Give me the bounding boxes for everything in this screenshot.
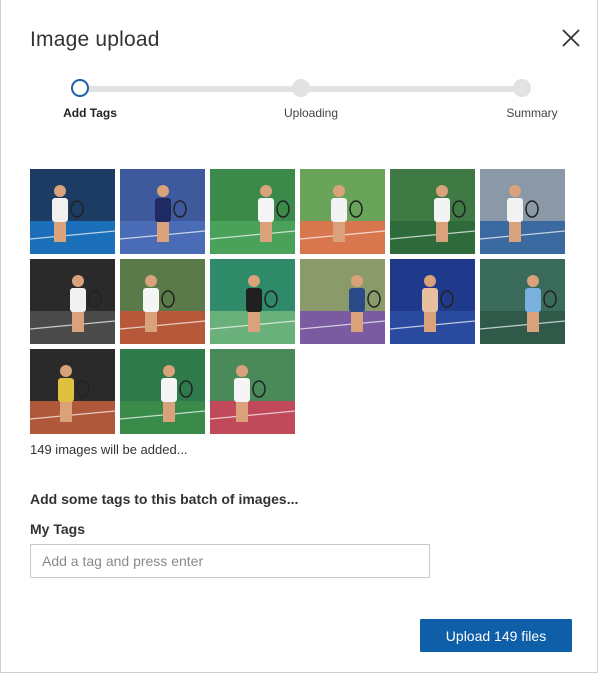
- image-thumbnail[interactable]: [390, 169, 475, 254]
- image-thumbnail[interactable]: [300, 259, 385, 344]
- image-thumbnail[interactable]: [210, 169, 295, 254]
- tennis-photo: [30, 259, 115, 344]
- close-icon: [562, 29, 580, 47]
- step-dot-add-tags: [71, 79, 89, 97]
- step-label-uploading: Uploading: [283, 106, 339, 120]
- image-thumbnail[interactable]: [210, 349, 295, 434]
- tags-heading: Add some tags to this batch of images...: [30, 491, 299, 507]
- tennis-photo: [120, 349, 205, 434]
- tennis-photo: [210, 259, 295, 344]
- image-thumbnail[interactable]: [480, 259, 565, 344]
- tennis-photo: [210, 169, 295, 254]
- tennis-photo: [210, 349, 295, 434]
- image-thumbnail[interactable]: [480, 169, 565, 254]
- tennis-photo: [390, 169, 475, 254]
- close-button[interactable]: [559, 26, 583, 50]
- image-count-text: 149 images will be added...: [30, 442, 188, 457]
- image-thumbnail[interactable]: [120, 169, 205, 254]
- step-label-summary: Summary: [506, 106, 558, 120]
- tennis-photo: [120, 259, 205, 344]
- tennis-photo: [30, 349, 115, 434]
- tennis-photo: [480, 169, 565, 254]
- step-dot-summary: [513, 79, 531, 97]
- tennis-photo: [390, 259, 475, 344]
- image-thumbnail[interactable]: [120, 259, 205, 344]
- upload-files-button[interactable]: Upload 149 files: [420, 619, 572, 652]
- image-thumbnail[interactable]: [30, 169, 115, 254]
- tennis-photo: [300, 259, 385, 344]
- tennis-photo: [480, 259, 565, 344]
- tennis-photo: [30, 169, 115, 254]
- step-label-add-tags: Add Tags: [63, 106, 117, 120]
- image-thumbnail[interactable]: [30, 349, 115, 434]
- tag-input[interactable]: [30, 544, 430, 578]
- tennis-photo: [300, 169, 385, 254]
- tennis-photo: [120, 169, 205, 254]
- image-thumbnail[interactable]: [30, 259, 115, 344]
- dialog-title: Image upload: [30, 28, 160, 51]
- image-thumbnail[interactable]: [120, 349, 205, 434]
- progress-stepper: Add Tags Uploading Summary: [1, 78, 600, 128]
- image-upload-dialog: Image upload Add Tags Uploading Summary …: [0, 0, 598, 673]
- step-dot-uploading: [292, 79, 310, 97]
- image-thumbnail[interactable]: [210, 259, 295, 344]
- image-thumbnail[interactable]: [390, 259, 475, 344]
- image-thumbnail[interactable]: [300, 169, 385, 254]
- my-tags-label: My Tags: [30, 521, 85, 537]
